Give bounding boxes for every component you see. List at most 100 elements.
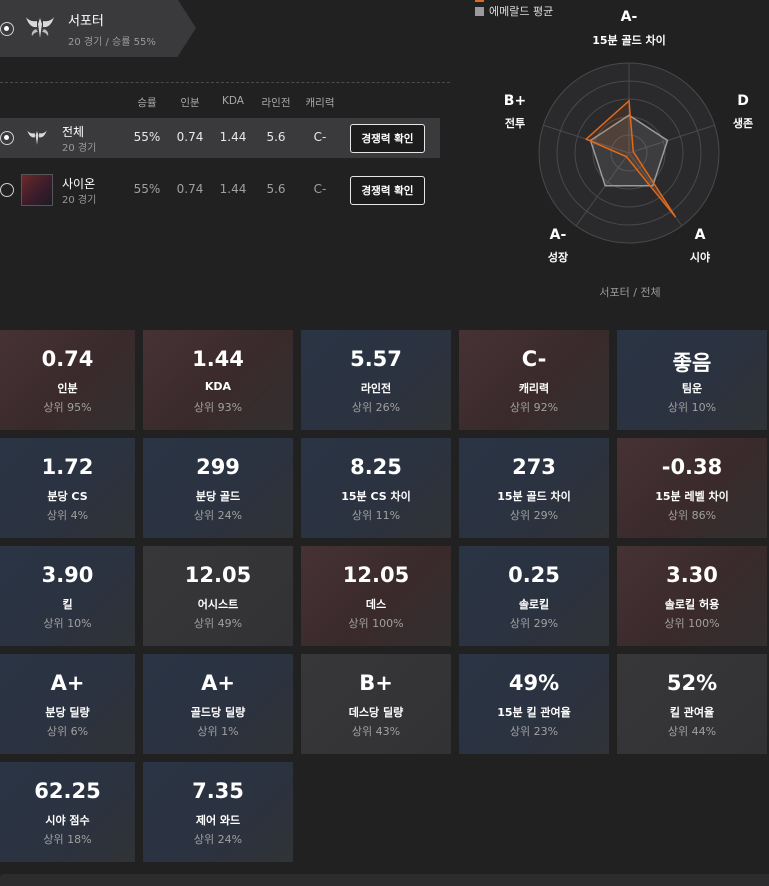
- stat-value: 7.35: [192, 779, 244, 803]
- stat-value: A+: [50, 671, 85, 695]
- stat-value: -0.38: [661, 455, 723, 479]
- stat-card: C- 캐리력 상위 92%: [459, 330, 609, 430]
- stat-rank: 상위 1%: [197, 725, 239, 738]
- stat-name: 15분 레벨 차이: [655, 490, 729, 503]
- stat-value: 12.05: [342, 563, 410, 587]
- stat-name: 인분: [57, 382, 78, 395]
- stat-card: 1.72 분당 CS 상위 4%: [0, 438, 135, 538]
- stat-name: 팀운: [681, 382, 703, 395]
- stat-value: 0.74: [41, 347, 94, 371]
- row-name: 전체: [62, 125, 85, 139]
- stat-card: 3.90 킬 상위 10%: [0, 546, 135, 646]
- table-row-all[interactable]: 전체 20 경기 55% 0.74 1.44 5.6 C- 경쟁력 확인: [0, 118, 440, 158]
- radar-grade-combat: B+: [503, 93, 527, 109]
- stat-card: 8.25 15분 CS 차이 상위 11%: [301, 438, 451, 538]
- stat-name: 어시스트: [197, 598, 239, 611]
- stat-rank: 상위 86%: [667, 509, 717, 522]
- stat-value: 1.44: [192, 347, 244, 371]
- table-row-sion[interactable]: 사이온 20 경기 55% 0.74 1.44 5.6 C- 경쟁력 확인: [0, 170, 440, 210]
- stat-name: 제어 와드: [195, 814, 241, 827]
- stat-name: 15분 골드 차이: [497, 490, 571, 503]
- stat-card: 0.74 인분상위 95%: [0, 330, 135, 430]
- stat-rank: 상위 11%: [351, 509, 401, 522]
- stat-card: 7.35 제어 와드상위 24%: [143, 762, 293, 862]
- row-inbun: 0.74: [176, 130, 204, 144]
- role-radio[interactable]: [0, 22, 14, 36]
- stat-value: 273: [512, 455, 556, 479]
- header-inbun: 인분: [180, 97, 200, 109]
- row-carry: C-: [313, 182, 327, 196]
- row-games: 20 경기: [62, 143, 97, 154]
- row-games: 20 경기: [62, 195, 97, 206]
- radar-label-vision: 시야: [689, 251, 711, 264]
- row-radio[interactable]: [0, 183, 14, 197]
- stat-value: 52%: [666, 671, 718, 695]
- stat-rank: 상위 100%: [664, 617, 720, 630]
- stat-value: 3.90: [41, 563, 94, 587]
- radar-label-combat: 전투: [504, 117, 526, 130]
- stat-rank: 상위 49%: [193, 617, 243, 630]
- bottom-panel: [0, 874, 769, 886]
- stat-value: 62.25: [34, 779, 101, 803]
- stat-rank: 상위 24%: [193, 509, 243, 522]
- stat-value: 좋음: [672, 351, 712, 375]
- stat-rank: 상위 95%: [43, 401, 92, 414]
- stat-rank: 상위 6%: [46, 725, 89, 738]
- stat-rank: 상위 10%: [667, 401, 717, 414]
- stat-rank: 상위 29%: [509, 509, 559, 522]
- support-role-icon: [26, 17, 54, 38]
- stat-value: 299: [196, 455, 240, 479]
- radar-grade-gold-diff: A-: [620, 9, 638, 25]
- header-carry: 캐리력: [305, 97, 335, 109]
- header-winrate: 승률: [137, 97, 157, 109]
- row-radio[interactable]: [0, 131, 14, 145]
- stat-value: 49%: [508, 671, 560, 695]
- stat-card: 5.57 라인전 상위 26%: [301, 330, 451, 430]
- role-tab-arrow: [178, 0, 196, 56]
- stat-card: 1.44 KDA 상위 93%: [143, 330, 293, 430]
- stat-value: 3.30: [666, 563, 718, 587]
- check-competitiveness-button[interactable]: 경쟁력 확인: [350, 176, 425, 205]
- stat-card: 62.25 시야 점수 상위 18%: [0, 762, 135, 862]
- stat-rank: 상위 29%: [509, 617, 559, 630]
- sion-champion-portrait: [21, 174, 53, 206]
- role-subtitle: 20 경기 / 승률 55%: [68, 37, 156, 48]
- stat-name: 솔로킬 허용: [664, 598, 720, 611]
- stat-card: 3.30 솔로킬 허용상위 100%: [617, 546, 767, 646]
- stat-value: 0.25: [508, 563, 560, 587]
- stat-value: 5.57: [350, 347, 402, 371]
- stat-card: 273 15분 골드 차이상위 29%: [459, 438, 609, 538]
- stat-name: 분당 골드: [195, 490, 241, 503]
- stat-card: -0.38 15분 레벨 차이상위 86%: [617, 438, 767, 538]
- row-name: 사이온: [62, 177, 96, 191]
- row-kda: 1.44: [219, 130, 247, 144]
- stat-name: 15분 CS 차이: [341, 490, 411, 503]
- stat-rank: 상위 10%: [43, 617, 92, 630]
- stat-card: 12.05 어시스트 상위 49%: [143, 546, 293, 646]
- stat-rank: 상위 43%: [351, 725, 401, 738]
- divider: [0, 82, 450, 83]
- radar-grade-survival: D: [737, 93, 749, 109]
- stat-card: 0.25 솔로킬상위 29%: [459, 546, 609, 646]
- stat-name: 15분 킬 관여율: [497, 706, 571, 719]
- stat-card: A+ 분당 딜량상위 6%: [0, 654, 135, 754]
- row-lane: 5.6: [266, 130, 286, 144]
- stat-card: 52% 킬 관여율 상위 44%: [617, 654, 767, 754]
- header-lane: 라인전: [261, 97, 291, 109]
- row-carry: C-: [313, 130, 327, 144]
- stat-name: 캐리력: [518, 382, 550, 395]
- stat-name: 분당 딜량: [45, 706, 90, 719]
- stat-rank: 상위 93%: [193, 401, 243, 414]
- stat-card: 299 분당 골드상위 24%: [143, 438, 293, 538]
- check-competitiveness-button[interactable]: 경쟁력 확인: [350, 124, 425, 153]
- stat-name: 솔로킬: [518, 598, 550, 611]
- stat-name: 라인전: [360, 382, 392, 395]
- stat-rank: 상위 24%: [193, 833, 243, 846]
- header-kda: KDA: [222, 95, 244, 107]
- stat-name: 킬 관여율: [669, 706, 715, 719]
- stat-card: A+ 골드당 딜량 상위 1%: [143, 654, 293, 754]
- radar-label-growth: 성장: [547, 251, 569, 264]
- stat-value: C-: [521, 347, 547, 371]
- stat-rank: 상위 100%: [348, 617, 404, 630]
- stat-card: B+ 데스당 딜량 상위 43%: [301, 654, 451, 754]
